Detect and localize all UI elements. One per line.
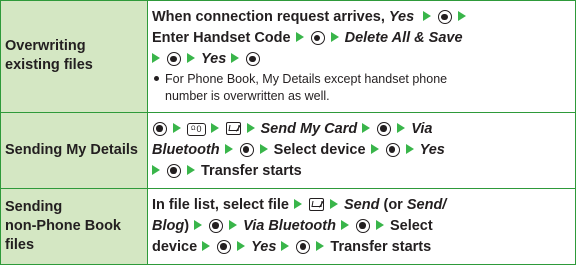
arrow-icon [187, 53, 195, 64]
arrow-icon [224, 143, 233, 154]
steps-sending-non-phone-book: In file list, select file Send (or Send/ … [147, 187, 576, 265]
note-line1: For Phone Book, My Details except handse… [165, 72, 448, 87]
step-text: When connection request arrives, [152, 9, 385, 26]
step-send-blog-1: Send/ [406, 196, 447, 213]
arrow-icon [281, 240, 290, 251]
center-key-icon [217, 239, 232, 254]
step-send: Send [344, 196, 380, 213]
arrow-icon [210, 122, 219, 133]
arrow-icon [246, 122, 255, 133]
center-key-icon [377, 121, 392, 136]
step-select: Select [389, 217, 433, 234]
arrow-icon [423, 11, 432, 22]
step-or: (or [383, 196, 403, 213]
step-via-bluetooth: Via Bluetooth [243, 217, 336, 234]
center-key-icon [209, 218, 224, 233]
arrow-icon [259, 143, 268, 154]
zero-key-icon: Ω0 [187, 122, 206, 136]
step-delete-all-save: Delete All & Save [344, 30, 463, 47]
step-transfer: Transfer starts [330, 238, 432, 255]
center-key-icon [153, 121, 167, 136]
arrow-icon [294, 198, 302, 209]
step-close-paren: ) [184, 217, 190, 234]
step-via: Via [411, 120, 433, 137]
step-select-device: Select device [273, 141, 366, 158]
table-row: Overwriting existing files When connecti… [0, 0, 576, 113]
arrow-icon [330, 198, 338, 209]
arrow-icon [231, 53, 240, 64]
center-key-icon [167, 52, 181, 67]
center-key-icon [355, 218, 370, 233]
step-enter-code: Enter Handset Code [152, 30, 291, 47]
center-key-icon [246, 52, 261, 67]
arrow-icon [152, 53, 160, 64]
row-label-text: Overwriting existing files [5, 38, 93, 74]
arrow-icon [370, 143, 379, 154]
arrow-icon [173, 122, 181, 133]
row-label-overwriting: Overwriting existing files [0, 0, 148, 113]
arrow-icon [397, 122, 406, 133]
step-yes: Yes [388, 9, 415, 26]
arrow-icon [316, 240, 325, 251]
table-row: Sending My Details Ω0 Send My Card Via Blu… [0, 111, 576, 189]
row-label-text: Sending My Details [5, 141, 138, 158]
table-row: Sending non-Phone Book files In file lis… [0, 187, 576, 265]
arrow-icon [405, 143, 414, 154]
center-key-icon [438, 10, 453, 25]
center-key-icon [239, 142, 254, 157]
row-label-line2: non-Phone Book [5, 217, 121, 234]
row-label-sending-non-phone-book: Sending non-Phone Book files [0, 187, 148, 265]
step-send-my-card: Send My Card [260, 120, 358, 137]
step-send-blog-2: Blog [152, 217, 185, 234]
steps-overwriting: When connection request arrives, Yes Ent… [147, 0, 576, 113]
center-key-icon [167, 163, 181, 178]
note-line2: number is overwritten as well. [165, 89, 330, 104]
arrow-icon [187, 164, 195, 175]
arrow-icon [330, 32, 339, 43]
center-key-icon [296, 239, 311, 254]
arrow-icon [375, 219, 384, 230]
center-key-icon [385, 142, 400, 157]
note: For Phone Book, My Details except handse… [152, 71, 571, 105]
arrow-icon [202, 240, 211, 251]
step-in-file-list: In file list, select file [152, 196, 289, 213]
row-label-line3: files [5, 236, 35, 253]
step-transfer: Transfer starts [201, 162, 302, 179]
arrow-icon [362, 122, 371, 133]
mail-key-icon [309, 197, 324, 211]
center-key-icon [310, 31, 325, 46]
step-yes: Yes [201, 51, 227, 68]
steps-sending-my-details: Ω0 Send My Card Via Bluetooth Select device… [147, 111, 576, 189]
step-yes: Yes [251, 238, 277, 255]
arrow-icon [295, 32, 304, 43]
mail-key-icon [225, 121, 241, 135]
arrow-icon [237, 240, 246, 251]
instructions-table: Overwriting existing files When connecti… [0, 0, 576, 265]
bullet-icon [154, 76, 159, 82]
row-label-sending-my-details: Sending My Details [0, 111, 148, 189]
arrow-icon [152, 164, 160, 175]
arrow-icon [458, 11, 467, 22]
arrow-icon [229, 219, 238, 230]
arrow-icon [340, 219, 349, 230]
step-device: device [152, 238, 198, 255]
step-yes: Yes [419, 141, 445, 158]
row-label-line1: Sending [5, 198, 63, 215]
step-bluetooth: Bluetooth [152, 141, 220, 158]
arrow-icon [194, 219, 203, 230]
